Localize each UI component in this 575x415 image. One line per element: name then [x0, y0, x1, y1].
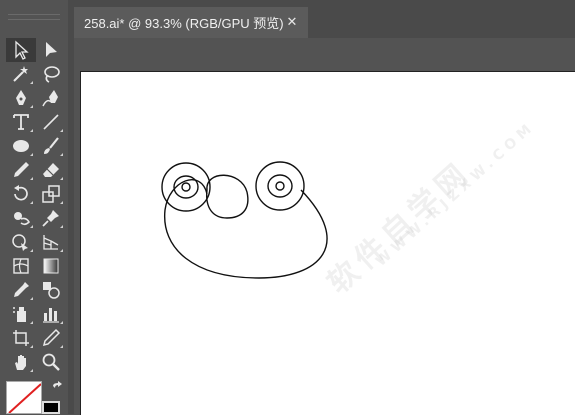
blend-icon [43, 282, 60, 299]
arrow-outline-icon [15, 40, 29, 60]
shape-builder-tool[interactable] [6, 230, 36, 254]
arrow-filled-icon [46, 42, 57, 57]
right-eye-pupil [275, 181, 285, 191]
scale-tool[interactable] [36, 182, 66, 206]
perspective-grid-tool[interactable] [36, 230, 66, 254]
eraser-tool[interactable] [36, 158, 66, 182]
ellipse-tool[interactable] [6, 134, 36, 158]
right-eye-middle [267, 174, 293, 198]
slice-tool[interactable] [36, 326, 66, 350]
none-slash-icon [8, 383, 41, 413]
shape-builder-icon [12, 234, 28, 251]
close-icon[interactable]: ✕ [284, 14, 300, 30]
direct-selection-tool[interactable] [36, 38, 66, 62]
left-eye-pupil [181, 182, 191, 192]
frog-snout [206, 174, 249, 219]
artboard[interactable]: 软件自学网 WWW.RJZXW.COM [80, 71, 575, 415]
right-eye-outer [255, 161, 305, 211]
left-eye-middle [173, 175, 199, 199]
rotate-icon [14, 185, 28, 201]
document-tab-bar: 258.ai* @ 93.3% (RGB/GPU 预览) ✕ [74, 0, 575, 38]
line-icon [43, 114, 59, 130]
column-graph-icon [43, 308, 59, 323]
type-tool[interactable] [6, 110, 36, 134]
artboard-tool[interactable] [6, 326, 36, 350]
gradient-icon [43, 258, 59, 274]
brush-icon [44, 137, 59, 154]
symbol-sprayer-tool[interactable] [6, 302, 36, 326]
warp-icon [14, 212, 31, 226]
lasso-icon [44, 66, 60, 83]
pen-tool[interactable] [6, 86, 36, 110]
zoom-tool[interactable] [36, 350, 66, 374]
pencil-icon [14, 162, 29, 177]
pencil-tool[interactable] [6, 158, 36, 182]
frog-face-artwork[interactable] [81, 72, 575, 415]
gradient-tool[interactable] [36, 254, 66, 278]
pen-icon [16, 90, 26, 105]
magic-wand-icon [13, 66, 28, 82]
canvas-area[interactable]: 软件自学网 WWW.RJZXW.COM [74, 38, 575, 415]
pin-icon [42, 210, 59, 227]
curvature-pen-icon [42, 90, 58, 107]
line-segment-tool[interactable] [36, 110, 66, 134]
magic-wand-tool[interactable] [6, 62, 36, 86]
hand-tool[interactable] [6, 350, 36, 374]
panel-grip[interactable] [8, 14, 60, 20]
eraser-icon [43, 163, 59, 177]
selection-tool[interactable] [6, 38, 36, 62]
fill-color-swatch[interactable] [6, 381, 42, 414]
stroke-color-swatch[interactable] [42, 401, 60, 414]
eyedropper-tool[interactable] [6, 278, 36, 302]
rotate-tool[interactable] [6, 182, 36, 206]
slice-icon [42, 328, 61, 347]
mesh-icon [13, 258, 29, 274]
swap-colors-icon[interactable] [50, 381, 64, 395]
document-tab-title: 258.ai* @ 93.3% (RGB/GPU 预览) [84, 16, 284, 31]
column-graph-tool[interactable] [36, 302, 66, 326]
paintbrush-tool[interactable] [36, 134, 66, 158]
frog-outline [161, 161, 328, 279]
perspective-grid-icon [43, 235, 59, 250]
blend-tool[interactable] [36, 278, 66, 302]
ellipse-icon [13, 140, 29, 152]
puppet-warp-tool[interactable] [36, 206, 66, 230]
artboard-icon [13, 330, 29, 346]
symbol-sprayer-icon [13, 307, 26, 322]
eyedropper-icon [14, 282, 29, 297]
hand-icon [15, 355, 26, 370]
tools-panel [0, 0, 68, 414]
type-icon [13, 114, 29, 130]
document-tab[interactable]: 258.ai* @ 93.3% (RGB/GPU 预览) ✕ [74, 7, 308, 38]
left-eye-outer [161, 162, 211, 212]
curvature-tool[interactable] [36, 86, 66, 110]
mesh-tool[interactable] [6, 254, 36, 278]
warp-tool[interactable] [6, 206, 36, 230]
scale-icon [42, 185, 60, 203]
lasso-tool[interactable] [36, 62, 66, 86]
zoom-icon [42, 353, 60, 371]
